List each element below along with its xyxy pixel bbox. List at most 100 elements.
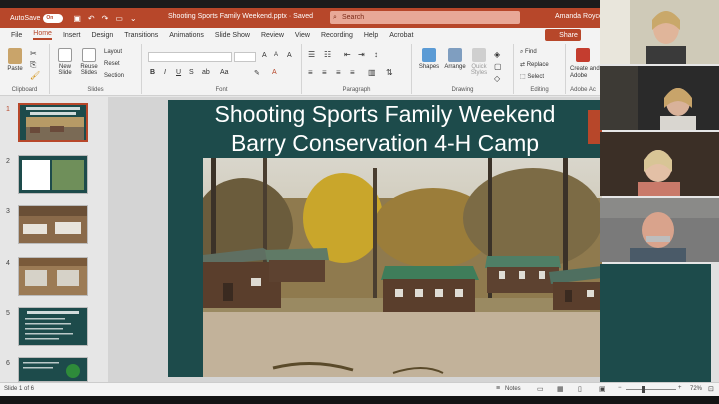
font-size-select[interactable] bbox=[234, 52, 256, 62]
arrange-label: Arrange bbox=[444, 64, 466, 70]
zoom-slider-thumb[interactable] bbox=[642, 386, 645, 393]
quick-styles-button[interactable]: Quick Styles bbox=[468, 48, 490, 76]
shape-outline-icon[interactable]: ▢ bbox=[494, 62, 502, 71]
tab-insert[interactable]: Insert bbox=[63, 32, 81, 39]
font-family-select[interactable] bbox=[148, 52, 232, 62]
tab-home[interactable]: Home bbox=[33, 30, 52, 40]
zoom-level[interactable]: 72% bbox=[690, 386, 702, 392]
clear-format-icon[interactable]: A bbox=[287, 52, 292, 59]
customize-icon[interactable]: ⌄ bbox=[130, 14, 137, 23]
justify-icon[interactable]: ≡ bbox=[350, 68, 355, 77]
replace-button[interactable]: ⇄ Replace bbox=[520, 61, 549, 68]
indent-icon[interactable]: ⇤ bbox=[344, 50, 351, 59]
share-button[interactable]: Share bbox=[545, 29, 581, 41]
ribbon: Paste ✂ ⎘ 🖌 Clipboard New Slide Reuse Sl… bbox=[0, 42, 600, 96]
text-direction-icon[interactable]: ⇅ bbox=[386, 68, 393, 77]
paste-button[interactable]: Paste bbox=[4, 48, 26, 72]
notes-button[interactable]: Notes bbox=[505, 386, 521, 392]
camp-photo[interactable] bbox=[203, 158, 602, 377]
autosave-control[interactable]: AutoSave On bbox=[10, 13, 64, 23]
cut-icon[interactable]: ✂ bbox=[30, 49, 37, 58]
tab-design[interactable]: Design bbox=[91, 32, 113, 39]
align-left-icon[interactable]: ≡ bbox=[308, 68, 313, 77]
tab-file[interactable]: File bbox=[11, 32, 22, 39]
select-label: Select bbox=[527, 74, 545, 80]
tab-view[interactable]: View bbox=[295, 32, 310, 39]
document-title[interactable]: Shooting Sports Family Weekend.pptx · Sa… bbox=[168, 13, 313, 20]
video-participant-1[interactable] bbox=[600, 0, 719, 64]
underline-icon[interactable]: U bbox=[176, 69, 181, 76]
slide-sorter-icon[interactable]: ▦ bbox=[557, 385, 564, 393]
copy-icon[interactable]: ⎘ bbox=[30, 60, 36, 70]
outdent-icon[interactable]: ⇥ bbox=[358, 50, 365, 59]
reset-button[interactable]: Reset bbox=[104, 61, 120, 67]
shrink-font-icon[interactable]: A bbox=[274, 52, 278, 58]
video-participant-3[interactable] bbox=[600, 132, 719, 196]
fit-slide-icon[interactable]: ⊡ bbox=[708, 385, 714, 393]
layout-button[interactable]: Layout bbox=[104, 49, 122, 55]
tab-review[interactable]: Review bbox=[261, 32, 284, 39]
current-slide[interactable]: Shooting Sports Family Weekend Barry Con… bbox=[168, 100, 602, 377]
slideshow-icon[interactable]: ▣ bbox=[599, 385, 606, 393]
thumbnail-slide-1[interactable]: 1 bbox=[0, 103, 108, 147]
thumbnail-number: 3 bbox=[6, 208, 10, 215]
shape-fill-icon[interactable]: ◈ bbox=[494, 50, 500, 59]
format-painter-icon[interactable]: 🖌 bbox=[30, 71, 40, 80]
arrange-button[interactable]: Arrange bbox=[442, 48, 468, 70]
save-icon[interactable]: ▣ bbox=[73, 14, 81, 23]
editing-group-label: Editing bbox=[530, 87, 549, 93]
italic-icon[interactable]: I bbox=[164, 69, 166, 76]
tab-acrobat[interactable]: Acrobat bbox=[389, 32, 413, 39]
tab-help[interactable]: Help bbox=[364, 32, 378, 39]
slide-title-line-2: Barry Conservation 4-H Camp bbox=[230, 130, 540, 156]
slide-title[interactable]: Shooting Sports Family Weekend Barry Con… bbox=[168, 100, 602, 158]
autosave-toggle[interactable]: On bbox=[43, 13, 64, 23]
find-button[interactable]: ⌕ Find bbox=[520, 49, 537, 56]
tab-transitions[interactable]: Transitions bbox=[124, 32, 158, 39]
shapes-button[interactable]: Shapes bbox=[416, 48, 442, 70]
font-color-icon[interactable]: A bbox=[272, 69, 277, 76]
shape-effects-icon[interactable]: ◇ bbox=[494, 74, 500, 83]
grow-font-icon[interactable]: A bbox=[262, 52, 267, 59]
thumbnail-slide-5[interactable]: 5 bbox=[0, 307, 108, 351]
video-participant-4[interactable] bbox=[600, 198, 719, 262]
columns-icon[interactable]: ▥ bbox=[368, 68, 376, 77]
tab-animations[interactable]: Animations bbox=[169, 32, 204, 39]
thumbnail-slide-3[interactable]: 3 bbox=[0, 205, 108, 249]
select-button[interactable]: ⬚ Select bbox=[520, 73, 544, 80]
create-adobe-button[interactable]: Create and Adobe bbox=[570, 66, 602, 80]
zoom-slider[interactable] bbox=[626, 389, 676, 390]
participant-3-feed bbox=[600, 132, 719, 196]
highlight-icon[interactable]: ✎ bbox=[254, 69, 260, 77]
tab-slide-show[interactable]: Slide Show bbox=[215, 32, 250, 39]
redo-icon[interactable]: ↷ bbox=[102, 14, 109, 23]
normal-view-icon[interactable]: ▭ bbox=[537, 385, 544, 393]
reading-view-icon[interactable]: ▯ bbox=[578, 385, 582, 393]
vertical-scrollbar[interactable] bbox=[711, 262, 719, 382]
thumbnail-slide-4[interactable]: 4 bbox=[0, 257, 108, 301]
present-icon[interactable]: ▭ bbox=[115, 14, 123, 23]
share-label: Share bbox=[559, 31, 578, 39]
align-center-icon[interactable]: ≡ bbox=[322, 68, 327, 77]
user-account[interactable]: Amanda Royce bbox=[555, 13, 603, 20]
video-participant-2[interactable] bbox=[600, 66, 719, 130]
zoom-out-icon[interactable]: − bbox=[618, 385, 622, 391]
thumbnail-slide-2[interactable]: 2 bbox=[0, 155, 108, 199]
numbering-icon[interactable]: ☷ bbox=[324, 50, 331, 59]
adobe-pdf-icon[interactable] bbox=[576, 48, 590, 62]
line-spacing-icon[interactable]: ↕ bbox=[374, 50, 378, 59]
zoom-in-icon[interactable]: + bbox=[678, 385, 682, 391]
search-input[interactable]: ⌕ Search bbox=[330, 11, 520, 24]
reuse-slides-button[interactable]: Reuse Slides bbox=[78, 48, 100, 76]
bullets-icon[interactable]: ☰ bbox=[308, 50, 315, 59]
bold-icon[interactable]: B bbox=[150, 69, 155, 76]
case-icon[interactable]: Aa bbox=[220, 69, 229, 76]
strike-icon[interactable]: S bbox=[189, 69, 194, 76]
notes-icon[interactable]: ≡ bbox=[496, 385, 500, 392]
align-right-icon[interactable]: ≡ bbox=[336, 68, 341, 77]
section-button[interactable]: Section bbox=[104, 73, 124, 79]
undo-icon[interactable]: ↶ bbox=[88, 14, 95, 23]
new-slide-button[interactable]: New Slide bbox=[54, 48, 76, 76]
tab-recording[interactable]: Recording bbox=[321, 32, 353, 39]
spacing-icon[interactable]: ab bbox=[202, 69, 210, 76]
